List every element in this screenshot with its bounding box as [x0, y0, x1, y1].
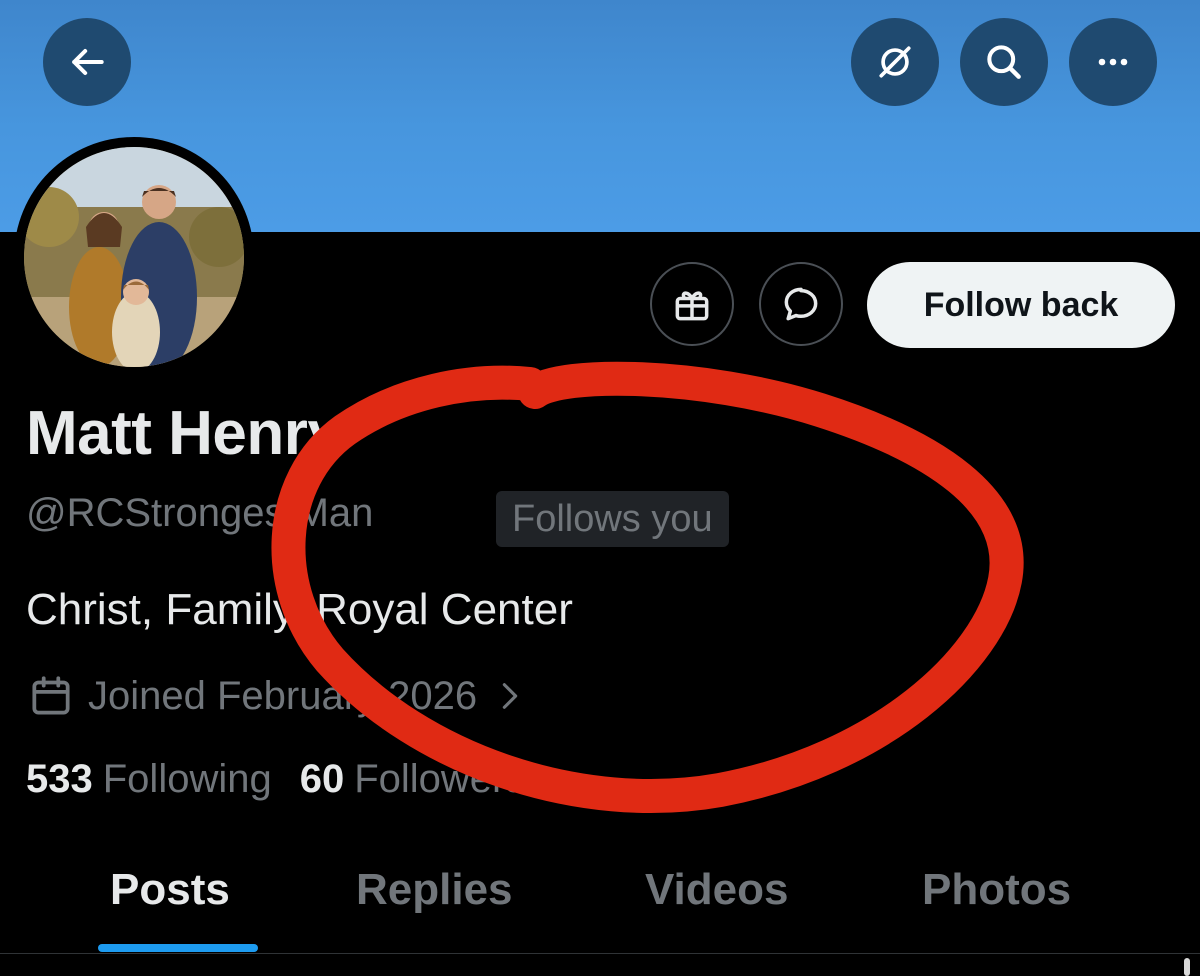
- arrow-left-icon: [72, 48, 104, 76]
- more-button[interactable]: [1069, 18, 1157, 106]
- avatar[interactable]: [24, 147, 244, 367]
- handle: @RCStrongestMan: [26, 491, 374, 535]
- back-button[interactable]: [43, 18, 131, 106]
- grok-icon: [879, 46, 911, 78]
- follow-back-button[interactable]: Follow back: [867, 262, 1175, 348]
- joined-text: Joined February 2026: [88, 673, 478, 718]
- tab-photos[interactable]: Photos: [922, 865, 1071, 915]
- gift-icon: [675, 291, 709, 321]
- more-horizontal-icon: [1098, 58, 1128, 66]
- followers-label[interactable]: Followers: [354, 757, 525, 802]
- tab-divider: [0, 953, 1200, 954]
- search-icon: [987, 45, 1021, 79]
- bio: Christ, Family, Royal Center: [26, 585, 573, 634]
- tab-videos[interactable]: Videos: [645, 865, 788, 915]
- chevron-right-icon: [502, 683, 518, 709]
- search-button[interactable]: [960, 18, 1048, 106]
- follow-stats: 533 Following 60 Followers: [26, 757, 553, 802]
- tab-replies[interactable]: Replies: [356, 865, 513, 915]
- joined-date[interactable]: Joined February 2026: [26, 668, 527, 724]
- profile-tabs: Posts Replies Videos Photos: [0, 855, 1200, 950]
- followers-count[interactable]: 60: [300, 757, 345, 802]
- tab-posts[interactable]: Posts: [110, 865, 230, 915]
- following-label[interactable]: Following: [103, 757, 272, 802]
- active-tab-indicator: [98, 944, 258, 952]
- follows-you-badge: Follows you: [496, 491, 729, 547]
- grok-button[interactable]: [851, 18, 939, 106]
- following-count[interactable]: 533: [26, 757, 93, 802]
- scrollbar[interactable]: [1184, 958, 1190, 976]
- gift-button[interactable]: [650, 262, 734, 346]
- display-name: Matt Henry: [26, 399, 342, 468]
- message-icon: [784, 287, 818, 321]
- message-button[interactable]: [759, 262, 843, 346]
- calendar-icon: [32, 676, 70, 715]
- avatar-photo: [24, 147, 244, 367]
